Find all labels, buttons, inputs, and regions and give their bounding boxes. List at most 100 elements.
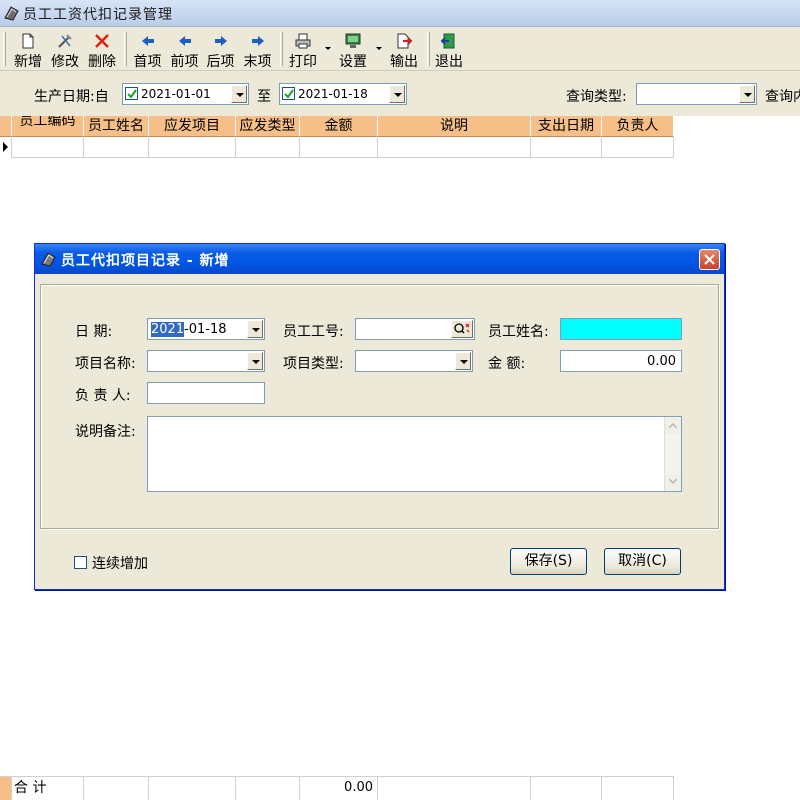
export-button[interactable]: 输出	[385, 29, 423, 70]
query-type-select[interactable]	[636, 83, 757, 105]
table-cell[interactable]	[12, 137, 84, 158]
column-header-date[interactable]: 支出日期	[531, 116, 602, 137]
save-button[interactable]: 保存(S)	[510, 548, 587, 575]
amount-value: 0.00	[647, 354, 676, 369]
footer-cell	[602, 776, 674, 800]
chevron-down-icon[interactable]	[247, 320, 263, 338]
column-header-emp-name[interactable]: 员工姓名	[84, 116, 149, 137]
last-label: 末项	[243, 54, 272, 70]
lookup-button[interactable]	[451, 320, 473, 338]
first-arrow-icon	[141, 36, 154, 46]
column-header-label: 员工编码	[19, 116, 76, 129]
table-cell[interactable]	[84, 137, 149, 158]
settings-label: 设置	[339, 54, 367, 70]
footer-total-label: 合 计	[12, 776, 84, 800]
grid-header: 员工编码 员工姓名 应发项目 应发类型 金额 说明 支出日期 负责人	[0, 116, 674, 137]
date-to-picker[interactable]: 2021-01-18	[279, 83, 407, 105]
toolbar-separator	[280, 32, 283, 66]
memo-scrollbar[interactable]	[664, 417, 681, 491]
next-label: 后项	[206, 54, 235, 70]
last-button[interactable]: 末项	[240, 29, 275, 70]
dialog-title-bar[interactable]: 员工代扣项目记录 - 新增	[35, 244, 724, 274]
first-button[interactable]: 首项	[130, 29, 165, 70]
chevron-down-icon[interactable]	[247, 352, 263, 370]
table-row[interactable]	[0, 137, 674, 158]
footer-cell	[84, 776, 149, 800]
date-to-checkbox[interactable]	[282, 87, 295, 100]
exit-button[interactable]: 退出	[431, 29, 467, 70]
settings-button[interactable]: 设置	[335, 29, 371, 70]
main-title-bar: 员工工资代扣记录管理	[0, 0, 800, 27]
table-cell[interactable]	[149, 137, 236, 158]
item-type-label: 项目类型:	[283, 356, 344, 372]
new-document-icon	[22, 33, 34, 49]
chevron-down-icon[interactable]	[739, 85, 755, 103]
continuous-add-checkbox[interactable]	[74, 556, 87, 569]
chevron-down-icon[interactable]	[389, 85, 405, 103]
date-from-value: 2021-01-01	[141, 87, 211, 101]
memo-textarea[interactable]	[147, 416, 682, 492]
cancel-button[interactable]: 取消(C)	[604, 548, 681, 575]
footer-cell	[531, 776, 602, 800]
new-button[interactable]: 新增	[10, 29, 46, 70]
column-header-item[interactable]: 应发项目	[149, 116, 236, 137]
date-range-label: 生产日期:自	[34, 89, 109, 105]
item-type-select[interactable]	[355, 350, 473, 372]
edit-tools-icon	[58, 34, 72, 48]
record-date-picker[interactable]: 2021-01-18	[147, 318, 265, 340]
edit-button[interactable]: 修改	[47, 29, 83, 70]
column-header-type[interactable]: 应发类型	[236, 116, 300, 137]
chevron-down-icon[interactable]	[231, 85, 247, 103]
delete-x-icon	[95, 34, 109, 48]
table-cell[interactable]	[300, 137, 378, 158]
print-button[interactable]: 打印	[285, 29, 321, 70]
grid-footer-row: 合 计 0.00	[0, 776, 674, 800]
column-header-description[interactable]: 说明	[378, 116, 531, 137]
table-cell[interactable]	[531, 137, 602, 158]
date-label: 日 期:	[75, 324, 113, 340]
delete-button[interactable]: 删除	[84, 29, 120, 70]
continuous-add-label: 连续增加	[92, 556, 148, 572]
current-row-indicator-icon	[0, 137, 12, 158]
emp-no-input[interactable]	[355, 318, 475, 340]
exit-label: 退出	[435, 54, 463, 70]
dialog-title: 员工代扣项目记录 - 新增	[61, 253, 230, 269]
amount-label: 金 额:	[488, 356, 526, 372]
exit-door-icon	[440, 33, 455, 49]
grid-corner	[0, 116, 12, 137]
toolbar-separator	[427, 32, 430, 66]
export-icon	[397, 33, 413, 49]
first-label: 首项	[133, 54, 162, 70]
column-header-amount[interactable]: 金额	[300, 116, 378, 137]
delete-label: 删除	[88, 54, 116, 70]
amount-input[interactable]: 0.00	[560, 350, 682, 372]
table-cell[interactable]	[602, 137, 674, 158]
chevron-down-icon[interactable]	[455, 352, 471, 370]
date-from-picker[interactable]: 2021-01-01	[122, 83, 249, 105]
item-name-select[interactable]	[147, 350, 265, 372]
column-header-emp-code[interactable]: 员工编码	[12, 116, 84, 137]
emp-name-field	[560, 318, 682, 340]
table-cell[interactable]	[378, 137, 531, 158]
table-cell[interactable]	[236, 137, 300, 158]
column-header-owner[interactable]: 负责人	[602, 116, 674, 137]
scroll-up-icon[interactable]	[665, 418, 681, 434]
close-icon	[704, 254, 715, 265]
toolbar-separator	[124, 32, 127, 66]
emp-no-label: 员工工号:	[283, 324, 344, 340]
footer-cell	[236, 776, 300, 800]
previous-button[interactable]: 前项	[167, 29, 202, 70]
memo-label: 说明备注:	[75, 424, 136, 440]
close-button[interactable]	[699, 249, 720, 270]
print-dropdown-arrow[interactable]	[325, 47, 331, 50]
owner-input[interactable]	[147, 382, 265, 404]
printer-icon	[295, 33, 311, 49]
record-date-value: 2021-01-18	[151, 322, 227, 337]
next-button[interactable]: 后项	[203, 29, 238, 70]
emp-name-label: 员工姓名:	[488, 324, 549, 340]
date-from-checkbox[interactable]	[125, 87, 138, 100]
settings-monitor-icon	[345, 33, 361, 48]
settings-dropdown-arrow[interactable]	[376, 47, 382, 50]
scroll-down-icon[interactable]	[665, 474, 681, 490]
date-to-label: 至	[257, 89, 271, 105]
